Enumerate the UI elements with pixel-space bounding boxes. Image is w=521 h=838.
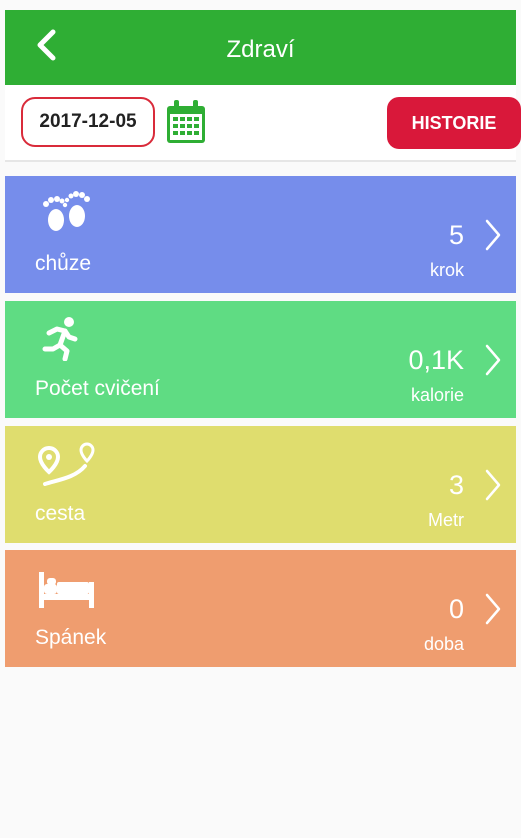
distance-label: cesta [35, 502, 86, 525]
distance-value: 3 [448, 470, 464, 500]
date-toolbar: 2017-12-05 HISTORIE [5, 85, 521, 162]
walking-unit: krok [429, 260, 464, 280]
distance-card[interactable]: cesta 3 Metr [5, 426, 516, 543]
chevron-right-icon [485, 469, 501, 501]
walking-value: 5 [448, 220, 464, 250]
route-pin-icon [37, 442, 95, 486]
chevron-right-icon [485, 219, 501, 251]
chevron-right-icon [485, 593, 501, 625]
sleep-unit: doba [423, 634, 464, 654]
footprints-icon [43, 191, 90, 231]
app-header: Zdraví [5, 10, 516, 85]
sleep-card[interactable]: Spánek 0 doba [5, 550, 516, 667]
exercise-unit: kalorie [410, 385, 464, 405]
page-title: Zdraví [226, 36, 295, 63]
date-field[interactable]: 2017-12-05 [21, 97, 155, 147]
sleep-value: 0 [448, 594, 464, 624]
exercise-value: 0,1K [408, 345, 464, 375]
sleep-label: Spánek [35, 626, 107, 649]
running-person-icon [42, 317, 78, 361]
calendar-icon[interactable] [165, 99, 207, 145]
walking-label: chůze [35, 252, 92, 275]
bed-icon [39, 572, 94, 608]
history-button[interactable]: HISTORIE [387, 97, 521, 149]
exercise-label: Počet cvičení [35, 377, 160, 400]
walking-card[interactable]: chůze 5 krok [5, 176, 516, 293]
distance-unit: Metr [428, 510, 464, 530]
chevron-right-icon [485, 344, 501, 376]
exercise-card[interactable]: Počet cvičení 0,1K kalorie [5, 301, 516, 418]
